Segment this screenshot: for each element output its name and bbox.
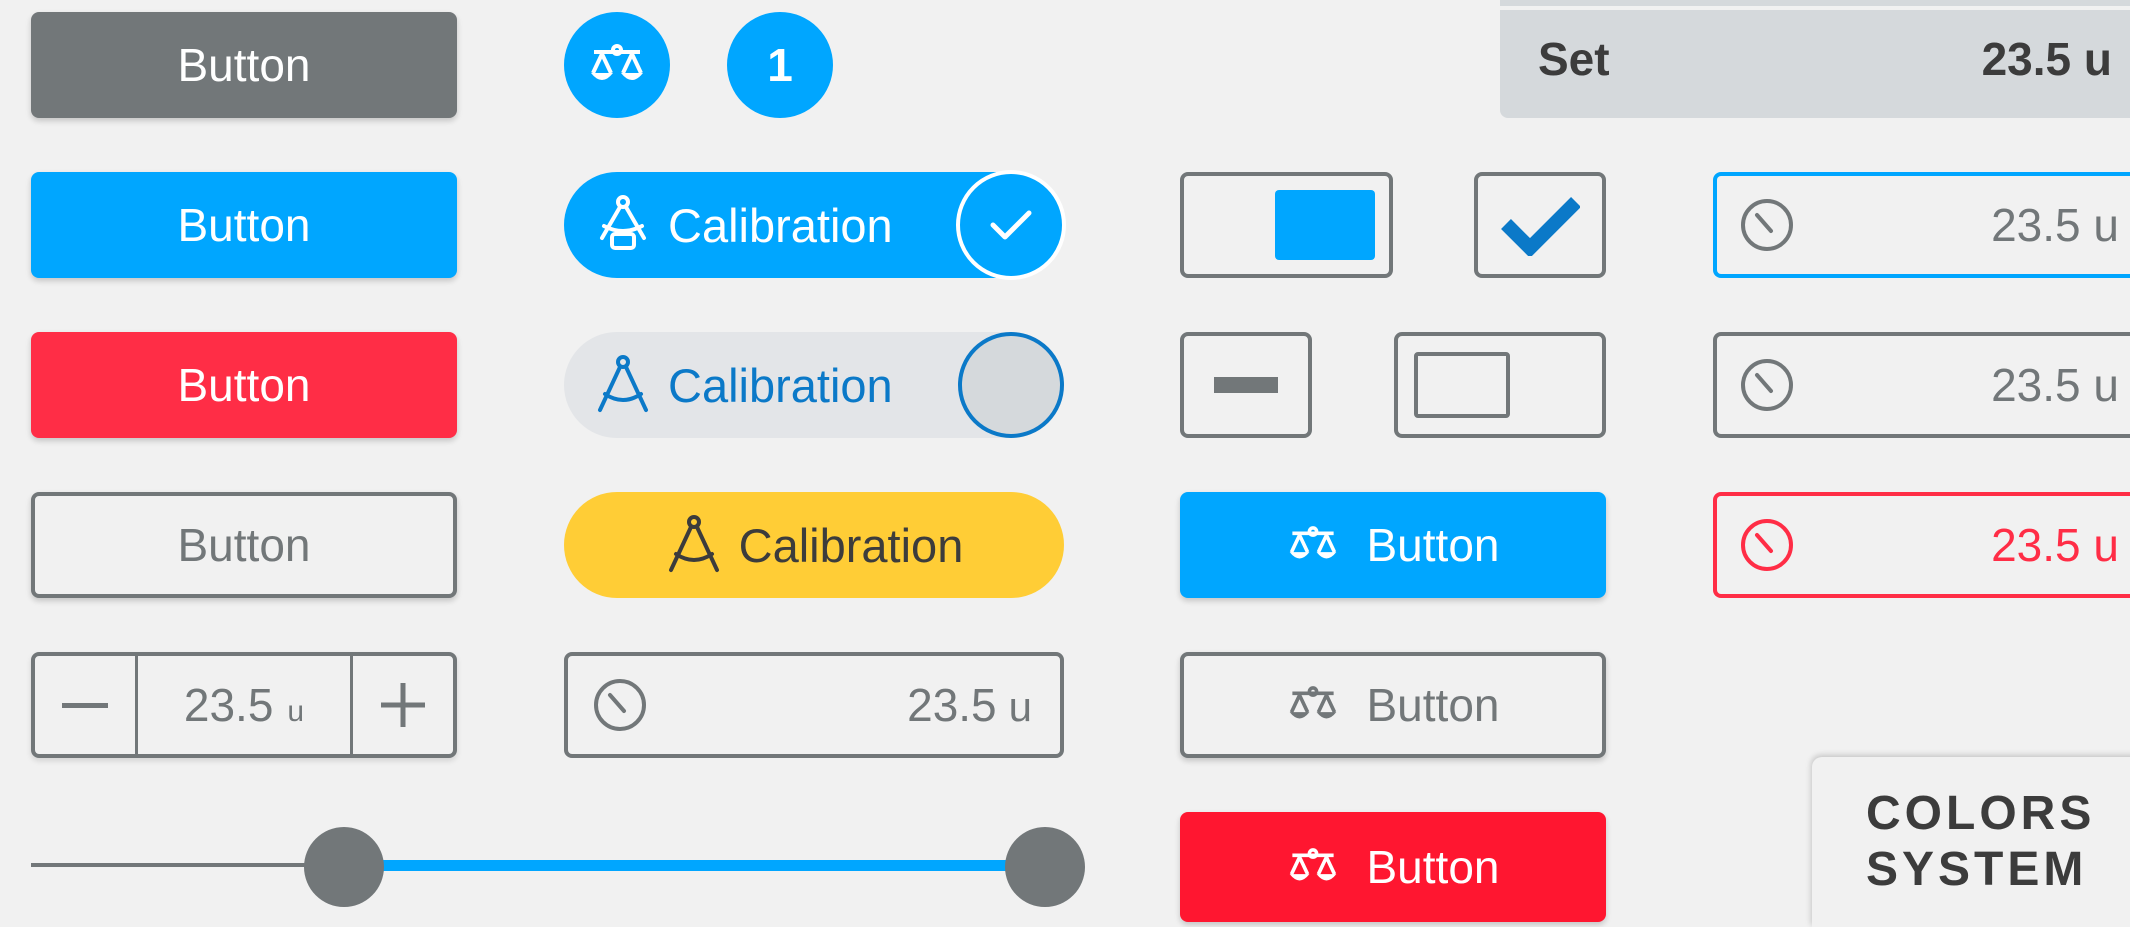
set-label: Set (1538, 33, 1610, 85)
stepper-value-display[interactable]: 23.5 u (138, 656, 350, 754)
minus-icon (1214, 377, 1278, 393)
check-icon (990, 210, 1032, 240)
scale-blue-button-label: Button (1366, 519, 1500, 571)
checkbox-checked[interactable] (1474, 172, 1606, 278)
slider-handle-low[interactable] (304, 827, 385, 907)
calibration-toggle-active[interactable]: Calibration (564, 170, 1066, 280)
scale-icon (1289, 526, 1336, 559)
set-value: 23.5 u (1981, 33, 2112, 85)
tag-line-1: COLORS (1866, 787, 2096, 840)
gray-button[interactable]: Button (31, 12, 457, 118)
value-field-default[interactable]: 23.5 u (1713, 332, 2130, 438)
set-value-row[interactable]: Set 23.5 u (1500, 0, 2130, 118)
scale-blue-button[interactable]: Button (1180, 492, 1606, 598)
scale-red-button[interactable]: Button (1180, 812, 1606, 922)
calibration-button-warning[interactable]: Calibration (564, 492, 1064, 598)
focused-field-value: 23.5 u (1991, 199, 2119, 251)
switch-off-thumb (1414, 352, 1510, 418)
compass-icon (600, 195, 646, 250)
error-field-value: 23.5 u (1991, 519, 2119, 571)
red-button[interactable]: Button (31, 332, 457, 438)
set-row-divider (1500, 6, 2130, 10)
calibration-toggle-inactive[interactable]: Calibration (564, 332, 1064, 438)
checkbox-indeterminate[interactable] (1180, 332, 1312, 438)
scale-outline-button[interactable]: Button (1180, 652, 1606, 758)
blue-button-label: Button (177, 199, 311, 251)
calibration-active-label: Calibration (668, 198, 893, 252)
scale-icon-button[interactable] (564, 12, 670, 118)
calibration-inactive-label: Calibration (668, 358, 893, 412)
timer-value-field[interactable]: 23.5 u (564, 652, 1064, 758)
calibration-warning-label: Calibration (738, 518, 964, 572)
range-slider[interactable] (31, 825, 1085, 907)
timer-icon (1741, 359, 1793, 411)
colors-system-tag: COLORS SYSTEM (1812, 757, 2130, 927)
decrement-button[interactable] (35, 656, 138, 754)
stepper-value: 23.5 (183, 679, 274, 731)
plus-icon (381, 683, 425, 727)
outline-button[interactable]: Button (31, 492, 457, 598)
outline-button-label: Button (177, 519, 311, 571)
scale-icon (591, 44, 643, 80)
quantity-stepper[interactable]: 23.5 u (31, 652, 457, 758)
scale-red-button-label: Button (1366, 841, 1500, 893)
compass-icon (598, 355, 648, 412)
default-field-value: 23.5 u (1991, 359, 2119, 411)
check-icon (1501, 197, 1580, 256)
slider-fill (344, 860, 1045, 871)
badge-count: 1 (767, 39, 793, 91)
timer-unit: u (1008, 683, 1032, 730)
stepper-unit: u (287, 695, 305, 728)
value-field-error[interactable]: 23.5 u (1713, 492, 2130, 598)
timer-icon (1741, 199, 1793, 251)
timer-value: 23.5 (907, 679, 997, 731)
timer-icon (594, 679, 646, 731)
switch-off[interactable] (1394, 332, 1606, 438)
value-field-focused[interactable]: 23.5 u (1713, 172, 2130, 278)
scale-outline-button-label: Button (1366, 679, 1500, 731)
gray-button-label: Button (177, 39, 311, 91)
notification-badge[interactable]: 1 (727, 12, 833, 118)
red-button-label: Button (177, 359, 311, 411)
toggle-knob-checked (956, 170, 1066, 280)
minus-icon (62, 703, 108, 708)
scale-icon (1289, 686, 1336, 719)
scale-icon (1289, 848, 1336, 881)
tag-line-2: SYSTEM (1866, 843, 2088, 896)
toggle-knob-unchecked (958, 332, 1064, 438)
increment-button[interactable] (350, 656, 453, 754)
slider-handle-high[interactable] (1005, 827, 1085, 907)
timer-icon (1741, 519, 1793, 571)
switch-on-thumb (1275, 190, 1375, 260)
switch-on[interactable] (1180, 172, 1393, 278)
blue-button[interactable]: Button (31, 172, 457, 278)
compass-icon (668, 515, 719, 572)
